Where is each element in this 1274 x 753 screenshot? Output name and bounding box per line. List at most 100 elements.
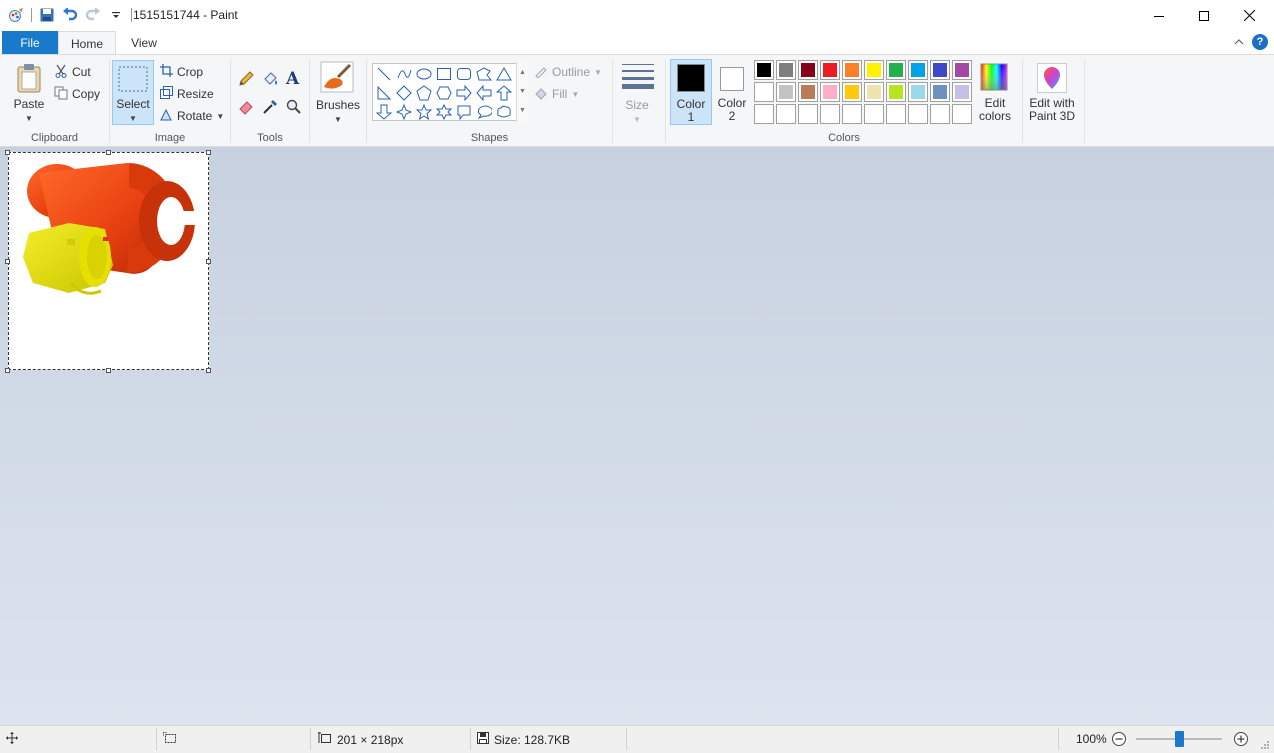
magnifier-icon[interactable] bbox=[286, 99, 302, 118]
color-swatch[interactable] bbox=[820, 60, 840, 80]
canvas-handle[interactable] bbox=[5, 368, 10, 373]
outline-button[interactable]: Outline ▼ bbox=[534, 63, 602, 81]
color-swatch[interactable] bbox=[886, 60, 906, 80]
minimize-button[interactable] bbox=[1136, 0, 1182, 31]
hexagon-shape-icon[interactable] bbox=[434, 84, 454, 102]
color-swatch[interactable] bbox=[864, 82, 884, 102]
color-swatch[interactable] bbox=[820, 82, 840, 102]
diamond-shape-icon[interactable] bbox=[394, 84, 414, 102]
custom-color-slot[interactable] bbox=[754, 104, 774, 124]
color-swatch[interactable] bbox=[776, 60, 796, 80]
edit-colors-button[interactable]: Edit colors bbox=[976, 61, 1014, 125]
edit-with-paint3d-button[interactable]: Edit with Paint 3D bbox=[1023, 55, 1083, 147]
fill-icon[interactable] bbox=[262, 71, 278, 90]
pencil-icon[interactable] bbox=[238, 71, 254, 90]
copy-button[interactable]: Copy bbox=[54, 85, 100, 103]
size-button[interactable]: Size ▼ bbox=[613, 55, 665, 147]
left-arrow-shape-icon[interactable] bbox=[474, 84, 494, 102]
custom-color-slot[interactable] bbox=[820, 104, 840, 124]
tab-home[interactable]: Home bbox=[58, 31, 116, 55]
color-swatch[interactable] bbox=[798, 82, 818, 102]
redo-icon[interactable] bbox=[85, 7, 101, 23]
color-swatch[interactable] bbox=[864, 60, 884, 80]
canvas-resize-handle-right[interactable] bbox=[206, 259, 211, 264]
canvas-resize-handle-bottom[interactable] bbox=[106, 368, 111, 373]
color-swatch[interactable] bbox=[798, 60, 818, 80]
color-swatch[interactable] bbox=[930, 82, 950, 102]
custom-color-slot[interactable] bbox=[776, 104, 796, 124]
save-icon[interactable] bbox=[39, 7, 55, 23]
oval-callout-shape-icon[interactable] bbox=[474, 103, 494, 121]
polygon-shape-icon[interactable] bbox=[474, 65, 494, 83]
resize-button[interactable]: Resize bbox=[160, 85, 214, 103]
rotate-button[interactable]: Rotate ▼ bbox=[160, 107, 224, 125]
zoom-out-icon[interactable] bbox=[1111, 731, 1127, 747]
color-swatch[interactable] bbox=[842, 82, 862, 102]
color-swatch[interactable] bbox=[908, 82, 928, 102]
six-point-star-shape-icon[interactable] bbox=[434, 103, 454, 121]
color-swatch[interactable] bbox=[842, 60, 862, 80]
shapes-scroll-up-icon[interactable]: ▲ bbox=[517, 63, 528, 82]
help-icon[interactable]: ? bbox=[1252, 34, 1268, 50]
color-swatch[interactable] bbox=[754, 60, 774, 80]
color-swatch[interactable] bbox=[776, 82, 796, 102]
four-point-star-shape-icon[interactable] bbox=[394, 103, 414, 121]
canvas-resize-handle-corner[interactable] bbox=[206, 368, 211, 373]
color-swatch[interactable] bbox=[754, 82, 774, 102]
right-triangle-shape-icon[interactable] bbox=[374, 84, 394, 102]
maximize-button[interactable] bbox=[1181, 0, 1227, 31]
right-arrow-shape-icon[interactable] bbox=[454, 84, 474, 102]
up-arrow-shape-icon[interactable] bbox=[494, 84, 514, 102]
paste-dropdown-icon[interactable]: ▼ bbox=[12, 112, 46, 125]
custom-color-slot[interactable] bbox=[886, 104, 906, 124]
custom-color-slot[interactable] bbox=[842, 104, 862, 124]
custom-color-slot[interactable] bbox=[798, 104, 818, 124]
custom-color-slot[interactable] bbox=[952, 104, 972, 124]
select-dropdown-icon[interactable]: ▼ bbox=[113, 112, 153, 125]
shapes-scrollbar[interactable]: ▲ ▼ ▼ bbox=[516, 63, 528, 121]
color-swatch[interactable] bbox=[930, 60, 950, 80]
undo-icon[interactable] bbox=[62, 7, 78, 23]
shapes-expand-icon[interactable]: ▼ bbox=[517, 101, 528, 120]
five-point-star-shape-icon[interactable] bbox=[414, 103, 434, 121]
brushes-button[interactable]: Brushes ▼ bbox=[310, 55, 366, 147]
color-picker-icon[interactable] bbox=[262, 99, 278, 118]
select-button[interactable]: Select ▼ bbox=[112, 60, 154, 125]
drawing-canvas[interactable] bbox=[8, 152, 209, 370]
rounded-rectangle-shape-icon[interactable] bbox=[454, 65, 474, 83]
resize-grip-icon[interactable] bbox=[1260, 740, 1270, 750]
collapse-ribbon-icon[interactable] bbox=[1234, 35, 1244, 49]
canvas-handle[interactable] bbox=[206, 150, 211, 155]
tab-view[interactable]: View bbox=[116, 31, 172, 55]
paste-button[interactable]: Paste ▼ bbox=[12, 61, 46, 123]
crop-button[interactable]: Crop bbox=[160, 63, 203, 81]
color1-button[interactable]: Color 1 bbox=[670, 59, 712, 125]
rounded-callout-shape-icon[interactable] bbox=[454, 103, 474, 121]
canvas-handle[interactable] bbox=[5, 150, 10, 155]
custom-color-slot[interactable] bbox=[864, 104, 884, 124]
oval-shape-icon[interactable] bbox=[414, 65, 434, 83]
eraser-icon[interactable] bbox=[238, 99, 254, 118]
color2-button[interactable]: Color 2 bbox=[712, 59, 754, 125]
color-swatch[interactable] bbox=[908, 60, 928, 80]
paint-app-icon[interactable] bbox=[8, 7, 24, 23]
zoom-slider-thumb[interactable] bbox=[1175, 731, 1184, 747]
curve-shape-icon[interactable] bbox=[394, 65, 414, 83]
cloud-callout-shape-icon[interactable] bbox=[494, 103, 514, 121]
canvas-workspace[interactable] bbox=[0, 147, 1274, 725]
custom-color-slot[interactable] bbox=[908, 104, 928, 124]
canvas-handle[interactable] bbox=[106, 150, 111, 155]
tab-file[interactable]: File bbox=[2, 31, 58, 54]
color-swatch[interactable] bbox=[952, 60, 972, 80]
shapes-gallery[interactable] bbox=[372, 63, 528, 121]
pentagon-shape-icon[interactable] bbox=[414, 84, 434, 102]
cut-button[interactable]: Cut bbox=[54, 63, 91, 81]
customize-qat-icon[interactable] bbox=[108, 7, 124, 23]
down-arrow-shape-icon[interactable] bbox=[374, 103, 394, 121]
zoom-in-icon[interactable] bbox=[1233, 731, 1249, 747]
shapes-scroll-down-icon[interactable]: ▼ bbox=[517, 82, 528, 101]
custom-color-slot[interactable] bbox=[930, 104, 950, 124]
close-button[interactable] bbox=[1226, 0, 1272, 31]
rectangle-shape-icon[interactable] bbox=[434, 65, 454, 83]
color-swatch[interactable] bbox=[952, 82, 972, 102]
